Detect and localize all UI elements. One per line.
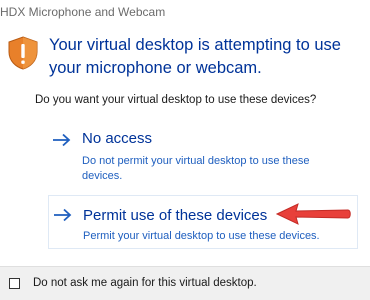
window-title: HDX Microphone and Webcam	[0, 5, 166, 19]
right-arrow-icon	[54, 208, 72, 222]
dont-ask-again-label[interactable]: Do not ask me again for this virtual des…	[33, 277, 257, 289]
dialog-footer: Do not ask me again for this virtual des…	[0, 266, 370, 300]
title-bar: HDX Microphone and Webcam	[0, 0, 370, 26]
dialog-question: Do you want your virtual desktop to use …	[35, 94, 317, 106]
permit-devices-label: Permit use of these devices	[83, 207, 268, 224]
dont-ask-again-checkbox[interactable]	[9, 278, 20, 289]
warning-shield-icon	[8, 36, 38, 70]
no-access-option[interactable]: No access Do not permit your virtual des…	[52, 129, 364, 191]
no-access-label: No access	[82, 130, 153, 147]
no-access-description: Do not permit your virtual desktop to us…	[82, 155, 310, 182]
right-arrow-icon	[53, 133, 71, 147]
red-pointer-arrow-icon	[275, 203, 351, 225]
dialog-headline: Your virtual desktop is attempting to us…	[49, 36, 341, 77]
permit-devices-description: Permit your virtual desktop to use these…	[83, 230, 320, 242]
